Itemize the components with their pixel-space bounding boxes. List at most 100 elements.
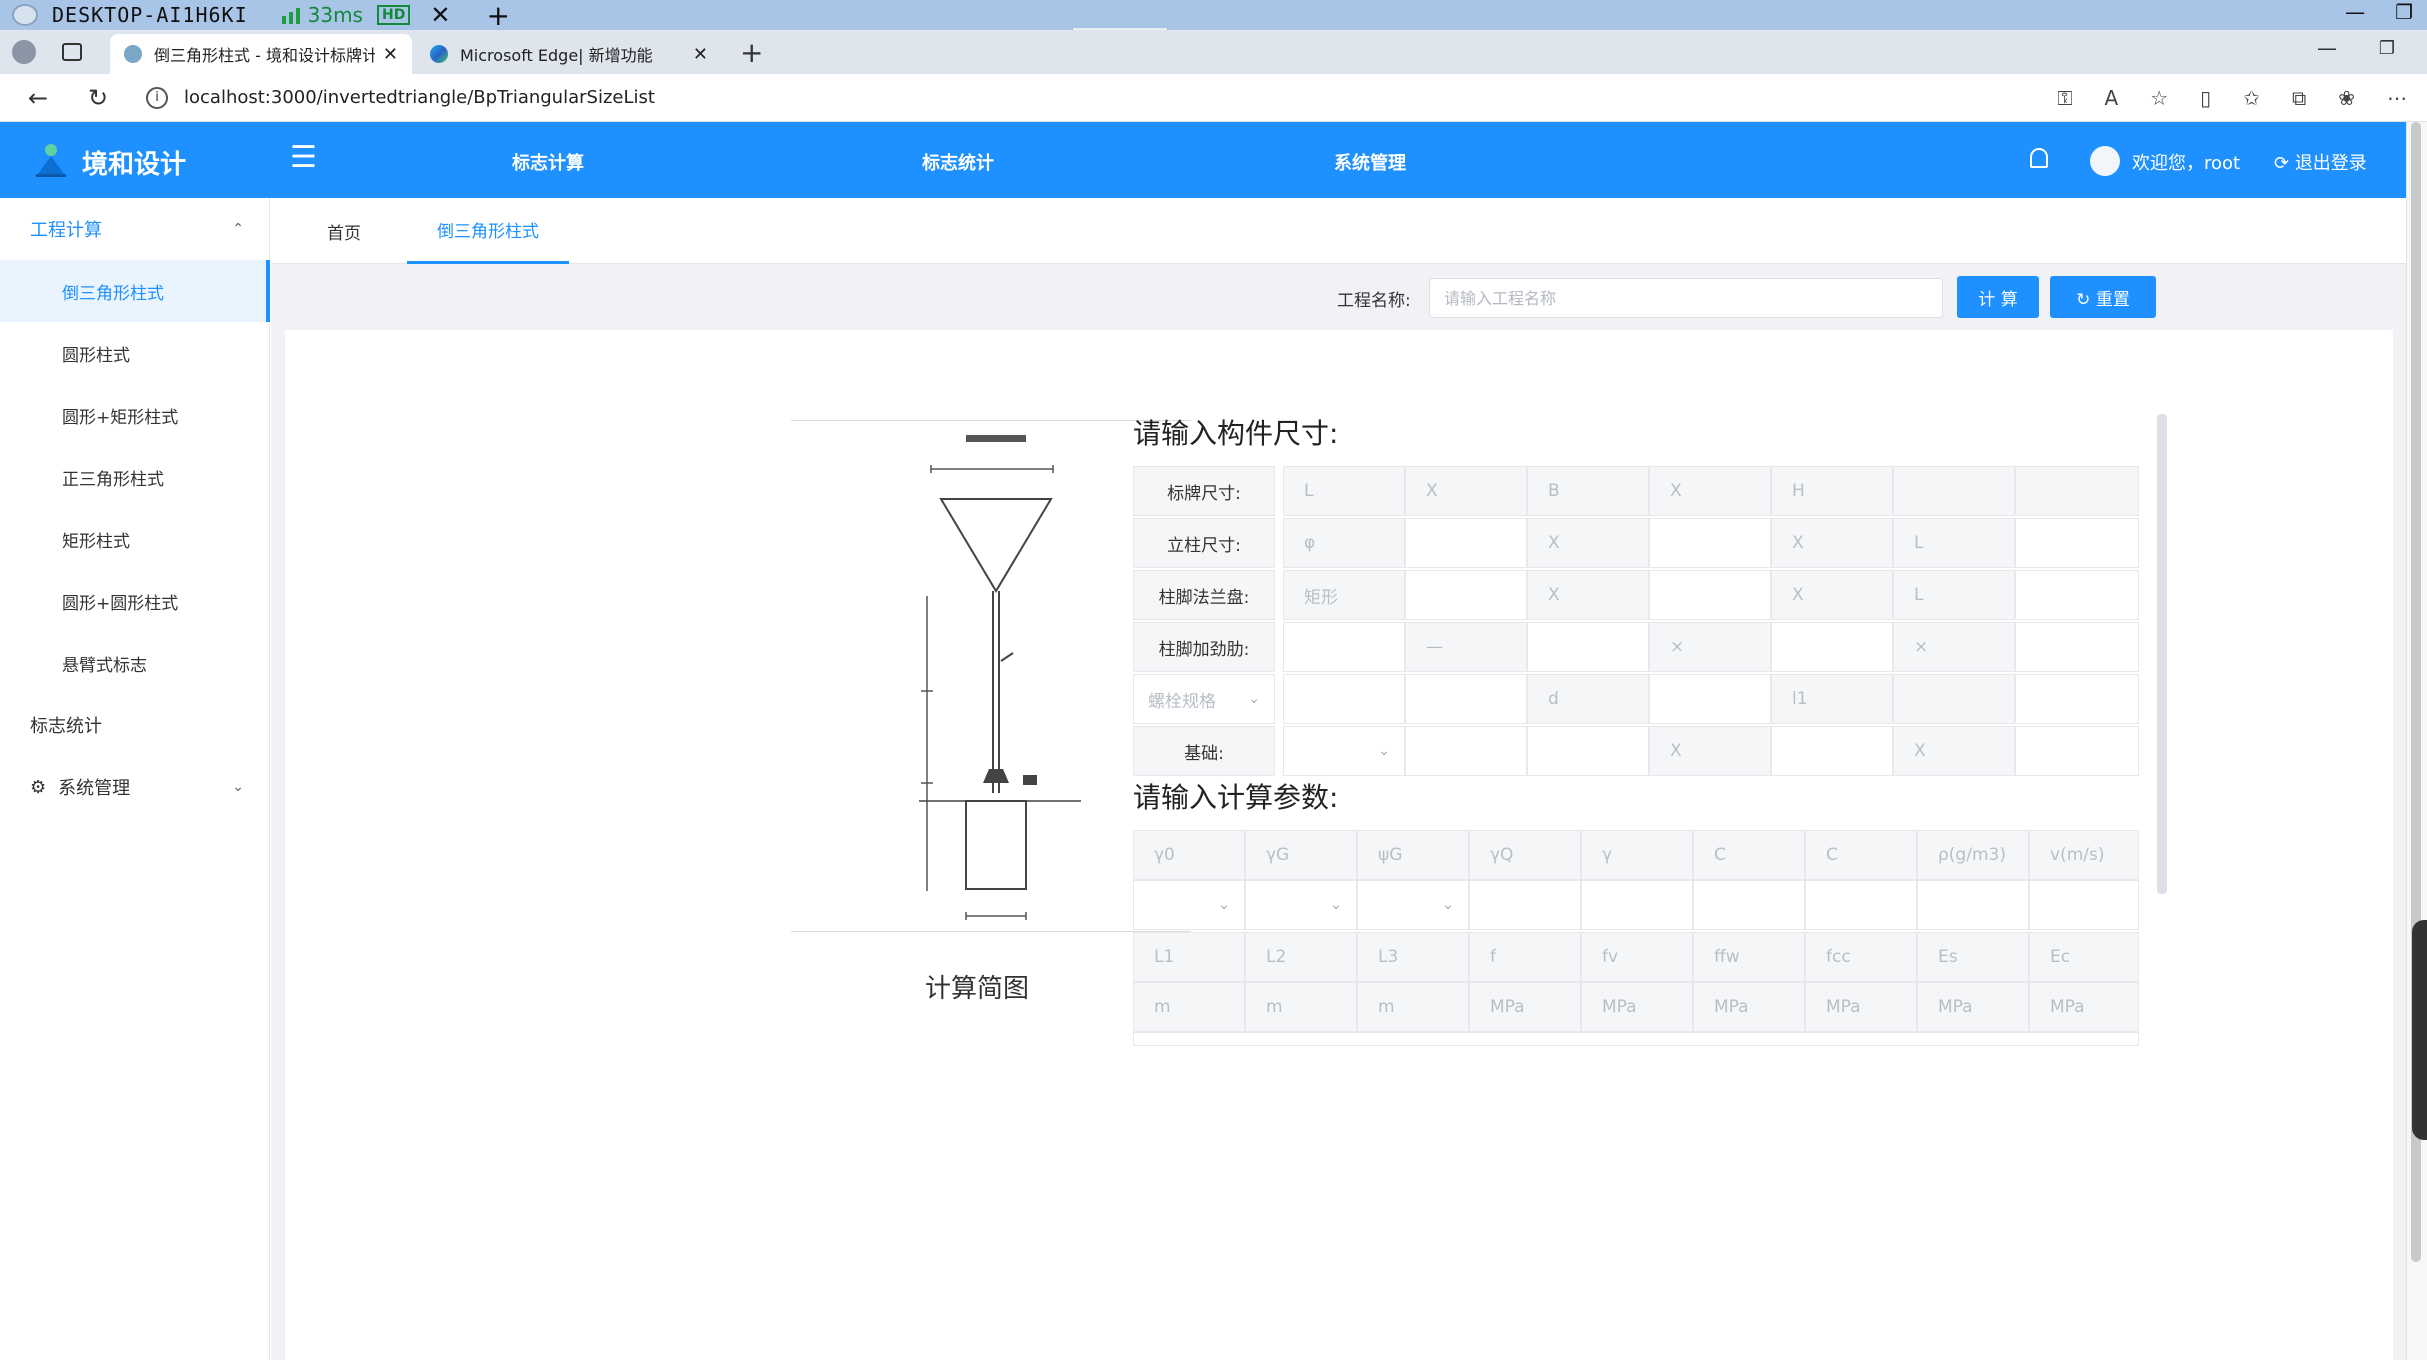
remote-close-icon[interactable]: ✕	[430, 1, 450, 29]
gamma0-select[interactable]: ⌄	[1133, 880, 1245, 930]
collections-icon[interactable]: ⧉	[2292, 86, 2306, 110]
param-header: ffw	[1693, 932, 1805, 982]
sign-b-input[interactable]: B	[1527, 466, 1649, 516]
remote-add-icon[interactable]: +	[486, 0, 509, 32]
chevron-down-icon: ⌄	[1378, 743, 1390, 759]
sidebar-item-circle[interactable]: 圆形柱式	[0, 322, 270, 384]
sidebar-item-rectangle[interactable]: 矩形柱式	[0, 508, 270, 570]
sidebar-item-circle-circle[interactable]: 圆形+圆形柱式	[0, 570, 270, 632]
wind-speed-input[interactable]	[2029, 880, 2139, 930]
key-icon[interactable]: ⚿	[2057, 86, 2072, 110]
browser-tab-active[interactable]: 倒三角形柱式 - 境和设计标牌计算 ✕	[110, 34, 412, 74]
flange-value-input[interactable]	[2015, 570, 2139, 620]
stiffener-value-input[interactable]	[1527, 622, 1649, 672]
foundation-type-select[interactable]: ⌄	[1283, 726, 1405, 776]
bolt-l1-input[interactable]: l1	[1771, 674, 1893, 724]
flange-value-input[interactable]	[1649, 570, 1771, 620]
c2-input[interactable]	[1805, 880, 1917, 930]
column-value-input[interactable]	[1405, 518, 1527, 568]
stiffener-value-input[interactable]	[1771, 622, 1893, 672]
sidebar-group-system[interactable]: ⚙ 系统管理 ⌄	[0, 756, 270, 818]
flange-l-input[interactable]: L	[1893, 570, 2015, 620]
restore-icon[interactable]: ❐	[2379, 38, 2395, 59]
bell-icon[interactable]	[2030, 148, 2048, 168]
foundation-value-input[interactable]	[2015, 726, 2139, 776]
size-form-grid: 标牌尺寸: 立柱尺寸: 柱脚法兰盘: 柱脚加劲肋: 螺栓规格 ⌄ 基础: L X…	[1133, 466, 2139, 776]
bolt-value-input[interactable]	[1649, 674, 1771, 724]
param-header: γ0	[1133, 830, 1245, 880]
favorites-list-icon[interactable]: ✩	[2243, 86, 2260, 110]
psiG-select[interactable]: ⌄	[1357, 880, 1469, 930]
sidebar-item-triangle[interactable]: 正三角形柱式	[0, 446, 270, 508]
project-name-input[interactable]	[1429, 278, 1943, 318]
chevron-down-icon: ⌄	[232, 779, 244, 795]
profile-icon[interactable]	[12, 40, 36, 64]
collapse-menu-icon[interactable]: ☰	[290, 140, 317, 175]
size-separator: ×	[1649, 622, 1771, 672]
nav-system[interactable]: 系统管理	[1334, 149, 1406, 175]
tab-actions-icon[interactable]	[62, 43, 82, 61]
site-info-icon[interactable]: i	[146, 86, 168, 109]
page-scrollbar[interactable]	[2406, 122, 2427, 1360]
extensions-icon[interactable]: ❀	[2338, 86, 2355, 110]
bolt-value-input[interactable]	[1283, 674, 1405, 724]
new-tab-icon[interactable]: +	[740, 36, 763, 69]
column-value-input[interactable]	[1649, 518, 1771, 568]
flange-shape-input[interactable]: 矩形	[1283, 570, 1405, 620]
url-text[interactable]: localhost:3000/invertedtriangle/BpTriang…	[184, 87, 655, 108]
sidebar-item-cantilever[interactable]: 悬臂式标志	[0, 632, 270, 694]
reset-label: 重置	[2095, 289, 2130, 310]
foundation-value-input[interactable]	[1771, 726, 1893, 776]
bolt-d-input[interactable]: d	[1527, 674, 1649, 724]
param-header: f	[1469, 932, 1581, 982]
bolt-spec-select[interactable]: 螺栓规格 ⌄	[1133, 674, 1275, 724]
gamma-input[interactable]	[1581, 880, 1693, 930]
gammaG-select[interactable]: ⌄	[1245, 880, 1357, 930]
foundation-value-input[interactable]	[1527, 726, 1649, 776]
form-scrollbar[interactable]	[2157, 414, 2167, 894]
remote-restore-icon[interactable]: ❐	[2395, 0, 2413, 24]
tag-inverted-triangle[interactable]: 倒三角形柱式	[407, 198, 569, 264]
gammaQ-input[interactable]	[1469, 880, 1581, 930]
read-aloud-icon[interactable]: A	[2105, 86, 2119, 110]
calculate-button[interactable]: 计 算	[1957, 276, 2039, 318]
logout-label: 退出登录	[2294, 153, 2367, 174]
back-icon[interactable]: ←	[20, 84, 56, 112]
brand-name: 境和设计	[82, 150, 187, 180]
stiffener-value-input[interactable]	[2015, 622, 2139, 672]
nav-calc[interactable]: 标志计算	[512, 149, 584, 175]
reset-button[interactable]: ↻ 重置	[2050, 276, 2156, 318]
flange-value-input[interactable]	[1405, 570, 1527, 620]
favorite-icon[interactable]: ☆	[2150, 86, 2168, 110]
edge-sidebar-widget[interactable]	[2412, 920, 2427, 1140]
rho-input[interactable]	[1917, 880, 2029, 930]
main-content: 首页 倒三角形柱式 工程名称: 计 算 ↻ 重置	[271, 198, 2406, 1360]
bolt-value-input[interactable]	[1405, 674, 1527, 724]
column-l-input[interactable]: L	[1893, 518, 2015, 568]
tab-close-icon[interactable]: ✕	[383, 44, 398, 65]
remote-minimize-icon[interactable]: —	[2345, 0, 2365, 24]
bolt-value-input[interactable]	[2015, 674, 2139, 724]
gear-icon: ⚙	[30, 776, 47, 798]
logout-button[interactable]: ⟳ 退出登录	[2274, 149, 2367, 175]
nav-stats[interactable]: 标志统计	[922, 149, 994, 175]
c1-input[interactable]	[1693, 880, 1805, 930]
sidebar-item-inverted-triangle[interactable]: 倒三角形柱式	[0, 260, 270, 322]
sidebar-group-engineering[interactable]: 工程计算 ⌃	[0, 198, 270, 260]
column-phi-input[interactable]: φ	[1283, 518, 1405, 568]
sign-l-input[interactable]: L	[1283, 466, 1405, 516]
refresh-icon[interactable]: ↻	[80, 84, 116, 112]
sidebar-group-stats[interactable]: 标志统计	[0, 694, 270, 756]
stiffener-value-input[interactable]	[1283, 622, 1405, 672]
sidebar-item-circle-rect[interactable]: 圆形+矩形柱式	[0, 384, 270, 446]
more-icon[interactable]: ⋯	[2387, 86, 2407, 110]
split-screen-icon[interactable]: ▯	[2200, 86, 2211, 110]
minimize-icon[interactable]: —	[2317, 36, 2337, 60]
tag-home[interactable]: 首页	[327, 198, 361, 264]
sign-h-input[interactable]: H	[1771, 466, 1893, 516]
avatar[interactable]	[2090, 146, 2120, 176]
browser-tab-edge[interactable]: Microsoft Edge| 新增功能 ✕	[416, 34, 722, 74]
tab-close-icon[interactable]: ✕	[693, 44, 708, 65]
column-value-input[interactable]	[2015, 518, 2139, 568]
foundation-value-input[interactable]	[1405, 726, 1527, 776]
